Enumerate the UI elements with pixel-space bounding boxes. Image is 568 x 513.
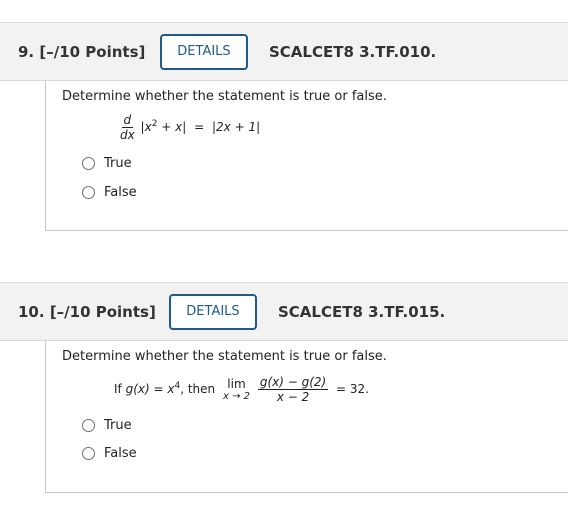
derivative-statement: d dx |x2 + x| = |2x + 1| [118,113,260,142]
radio-button[interactable] [82,157,95,170]
question-number: 9. [18,42,35,61]
question-number: 10. [18,302,45,321]
derivative-numerator: d [121,113,134,128]
option-false[interactable]: False [82,185,137,200]
option-true[interactable]: True [82,156,132,171]
limit-operator: lim x → 2 [223,377,250,403]
question-10-header: 10. [–/10 Points] DETAILS SCALCET8 3.TF.… [0,282,568,341]
option-true[interactable]: True [82,418,132,433]
option-label: False [104,185,137,200]
option-false[interactable]: False [82,446,137,461]
details-button[interactable]: DETAILS [169,293,257,330]
radio-button[interactable] [82,447,95,460]
question-9-body: Determine whether the statement is true … [45,81,568,231]
fraction-denominator: x − 2 [276,390,310,404]
rhs: |2x + 1| [211,120,261,134]
radio-button[interactable] [82,186,95,199]
lim-label: lim [227,376,246,391]
details-button[interactable]: DETAILS [160,33,248,70]
limit-result: = 32. [336,382,369,396]
radio-button[interactable] [82,419,95,432]
option-label: True [104,418,132,433]
option-label: False [104,446,137,461]
derivative-denominator: dx [120,128,135,142]
option-label: True [104,156,132,171]
question-code: SCALCET8 3.TF.010. [269,42,437,61]
question-9-header: 9. [–/10 Points] DETAILS SCALCET8 3.TF.0… [0,22,568,81]
question-points: [–/10 Points] [49,302,156,321]
function-definition: g(x) = x [125,382,175,396]
difference-quotient: g(x) − g(2) x − 2 [257,375,329,404]
if-text: If [114,382,122,396]
question-code: SCALCET8 3.TF.015. [278,302,446,321]
question-prompt: Determine whether the statement is true … [62,89,387,104]
then-text: , then [180,382,216,396]
question-10-body: Determine whether the statement is true … [45,341,568,493]
details-button-label: DETAILS [177,44,231,59]
question-10-number: 10. [–/10 Points] [18,303,156,321]
equals-sign: = [194,120,205,134]
details-button-label: DETAILS [186,304,240,319]
lim-subscript: x → 2 [222,390,250,402]
fraction-numerator: g(x) − g(2) [257,375,329,390]
question-9-number: 9. [–/10 Points] [18,43,145,61]
question-points: [–/10 Points] [39,42,146,61]
lhs-close: + x| [157,120,187,134]
lhs-open: |x [140,120,152,134]
question-prompt: Determine whether the statement is true … [62,349,387,364]
derivative-operator: d dx [118,113,137,142]
limit-statement: If g(x) = x4, then lim x → 2 g(x) − g(2)… [114,375,369,404]
